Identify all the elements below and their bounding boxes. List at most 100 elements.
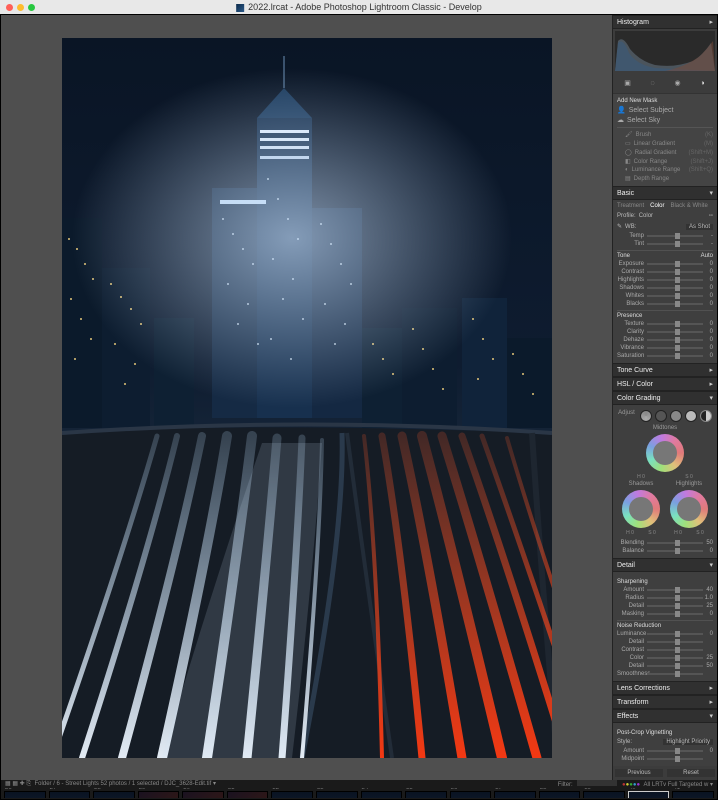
slider-amount[interactable]: Amount 40 [617,586,713,594]
slider-masking[interactable]: Masking 0 [617,610,713,618]
slider-vibrance[interactable]: Vibrance 0 [617,344,713,352]
lenscorr-header[interactable]: Lens Corrections▸ [613,681,717,695]
thumb-index: 32 [272,788,279,791]
filmstrip-thumb[interactable]: 34 [361,791,403,798]
transform-header[interactable]: Transform▸ [613,695,717,709]
mask-radial[interactable]: ◯ Radial Gradient(Shift+M) [617,148,713,157]
crop-tool-icon[interactable]: ▣ [621,76,635,90]
filmstrip-info: ▦ ▦ ✚ ⎘ Folder / 6 - Street Lights 52 ph… [1,780,717,788]
filmstrip-thumb[interactable]: 26 [4,791,46,798]
masking-tool-icon[interactable]: ◑ [696,76,710,90]
filmstrip-thumb[interactable]: 27 [49,791,91,798]
filmstrip-thumb[interactable]: 35 [405,791,447,798]
mask-sky[interactable]: ☁ Select Sky [617,115,713,125]
previous-button[interactable]: Previous [615,769,663,777]
slider-color[interactable]: Color 25 [617,654,713,662]
thumb-index: 27 [50,788,57,791]
colorgrading-body: Adjust Midtones H 0S 0 Shadows [613,405,717,558]
filmstrip-thumb[interactable]: 38 [539,791,581,798]
filmstrip-thumb[interactable]: 39 [583,791,625,798]
mask-depth[interactable]: ▤ Depth Range [617,174,713,183]
slider-blacks[interactable]: Blacks 0 [617,300,713,308]
slider-highlights[interactable]: Highlights 0 [617,276,713,284]
filmstrip-thumb[interactable]: 40 [628,791,670,798]
profile-row[interactable]: Profile: Color ▫▫ [617,211,713,221]
wb-row[interactable]: ✎ WB: As Shot [617,221,713,232]
close-window-button[interactable] [6,4,13,11]
slider-detail[interactable]: Detail [617,638,713,646]
detail-header[interactable]: Detail▾ [613,558,717,572]
info-right[interactable]: Filter: ●●●●● All LRTv Full Targeted w ▾ [558,780,713,788]
mask-person[interactable]: 👤 Select Subject [617,105,713,115]
tonecurve-header[interactable]: Tone Curve▸ [613,363,717,377]
slider-texture[interactable]: Texture 0 [617,320,713,328]
thumb-index: 41 [673,788,680,791]
slider-saturation[interactable]: Saturation 0 [617,352,713,360]
traffic-lights [0,4,35,11]
balance-slider[interactable]: Balance 0 [617,547,713,555]
shadows-wheel[interactable]: Shadows H 0S 0 [619,480,663,536]
thumb-index: 40 [629,788,636,791]
auto-tone-button[interactable]: Auto [701,253,713,259]
slider-contrast[interactable]: Contrast [617,646,713,654]
histogram-header[interactable]: Histogram▸ [613,15,717,29]
slider-detail[interactable]: Detail 50 [617,662,713,670]
mask-range[interactable]: ◧ Color Range(Shift+J) [617,157,713,166]
slider-exposure[interactable]: Exposure 0 [617,260,713,268]
minimize-window-button[interactable] [17,4,24,11]
basic-header[interactable]: Basic▾ [613,186,717,200]
histogram-display[interactable] [615,31,715,71]
radial-icon: ◯ [625,149,632,156]
info-left[interactable]: ▦ ▦ ✚ ⎘ Folder / 6 - Street Lights 52 ph… [5,780,216,788]
filmstrip-thumb[interactable]: 30 [182,791,224,798]
slider-shadows[interactable]: Shadows 0 [617,284,713,292]
linear-icon: ▭ [625,140,631,147]
zoom-window-button[interactable] [28,4,35,11]
slider-whites[interactable]: Whites 0 [617,292,713,300]
slider-radius[interactable]: Radius 1.0 [617,594,713,602]
slider-tint[interactable]: Tint - [617,240,713,248]
canvas-area[interactable] [1,15,612,780]
cg-mode-selector[interactable]: Adjust [617,408,713,424]
eyedropper-icon[interactable]: ✎ [617,223,622,230]
thumb-index: 31 [228,788,235,791]
mask-brush[interactable]: 🖌 Brush(K) [617,130,713,139]
slider-temp[interactable]: Temp - [617,232,713,240]
mask-lum[interactable]: ◐ Luminance Range(Shift+Q) [617,166,713,174]
slider-amount[interactable]: Amount 0 [617,747,713,755]
filmstrip-thumb[interactable]: 32 [271,791,313,798]
heal-tool-icon[interactable]: ◌ [646,76,660,90]
reset-button[interactable]: Reset [667,769,715,777]
hsl-header[interactable]: HSL / Color▸ [613,377,717,391]
slider-detail[interactable]: Detail 25 [617,602,713,610]
filmstrip-thumb[interactable]: 28 [93,791,135,798]
effects-header[interactable]: Effects▾ [613,709,717,723]
thumb-index: 38 [540,788,547,791]
slider-midpoint[interactable]: Midpoint [617,755,713,763]
redeye-tool-icon[interactable]: ◉ [671,76,685,90]
colorgrading-header[interactable]: Color Grading▾ [613,391,717,405]
blending-slider[interactable]: Blending 50 [617,539,713,547]
window-titlebar: 2022.lrcat - Adobe Photoshop Lightroom C… [0,0,718,14]
midtones-wheel[interactable]: Midtones H 0S 0 [617,424,713,480]
slider-dehaze[interactable]: Dehaze 0 [617,336,713,344]
mask-linear[interactable]: ▭ Linear Gradient(M) [617,139,713,148]
slider-contrast[interactable]: Contrast 0 [617,268,713,276]
bottom-buttons: Previous Reset [613,766,717,780]
filmstrip-thumb[interactable]: 33 [316,791,358,798]
workspace: Histogram▸ ▣ ◌ ◉ ◑ Add New Mask 👤 Select… [1,15,717,780]
highlights-wheel[interactable]: Highlights H 0S 0 [667,480,711,536]
filmstrip[interactable]: 26 27 28 29 30 [1,788,717,798]
slider-smoothness[interactable]: Smoothness [617,670,713,678]
collapse-icon: ▸ [709,18,713,26]
slider-luminance[interactable]: Luminance 0 [617,630,713,638]
filmstrip-thumb[interactable]: 29 [138,791,180,798]
filmstrip-thumb[interactable]: 31 [227,791,269,798]
filmstrip-thumb[interactable]: 37 [494,791,536,798]
filmstrip-thumb[interactable]: 41 [672,791,714,798]
filmstrip-thumb[interactable]: 36 [450,791,492,798]
treatment-tabs[interactable]: Treatment Color Black & White [617,203,713,211]
vignette-style[interactable]: Style: Highlight Priority [617,737,713,747]
add-new-mask-label: Add New Mask [617,97,713,105]
slider-clarity[interactable]: Clarity 0 [617,328,713,336]
